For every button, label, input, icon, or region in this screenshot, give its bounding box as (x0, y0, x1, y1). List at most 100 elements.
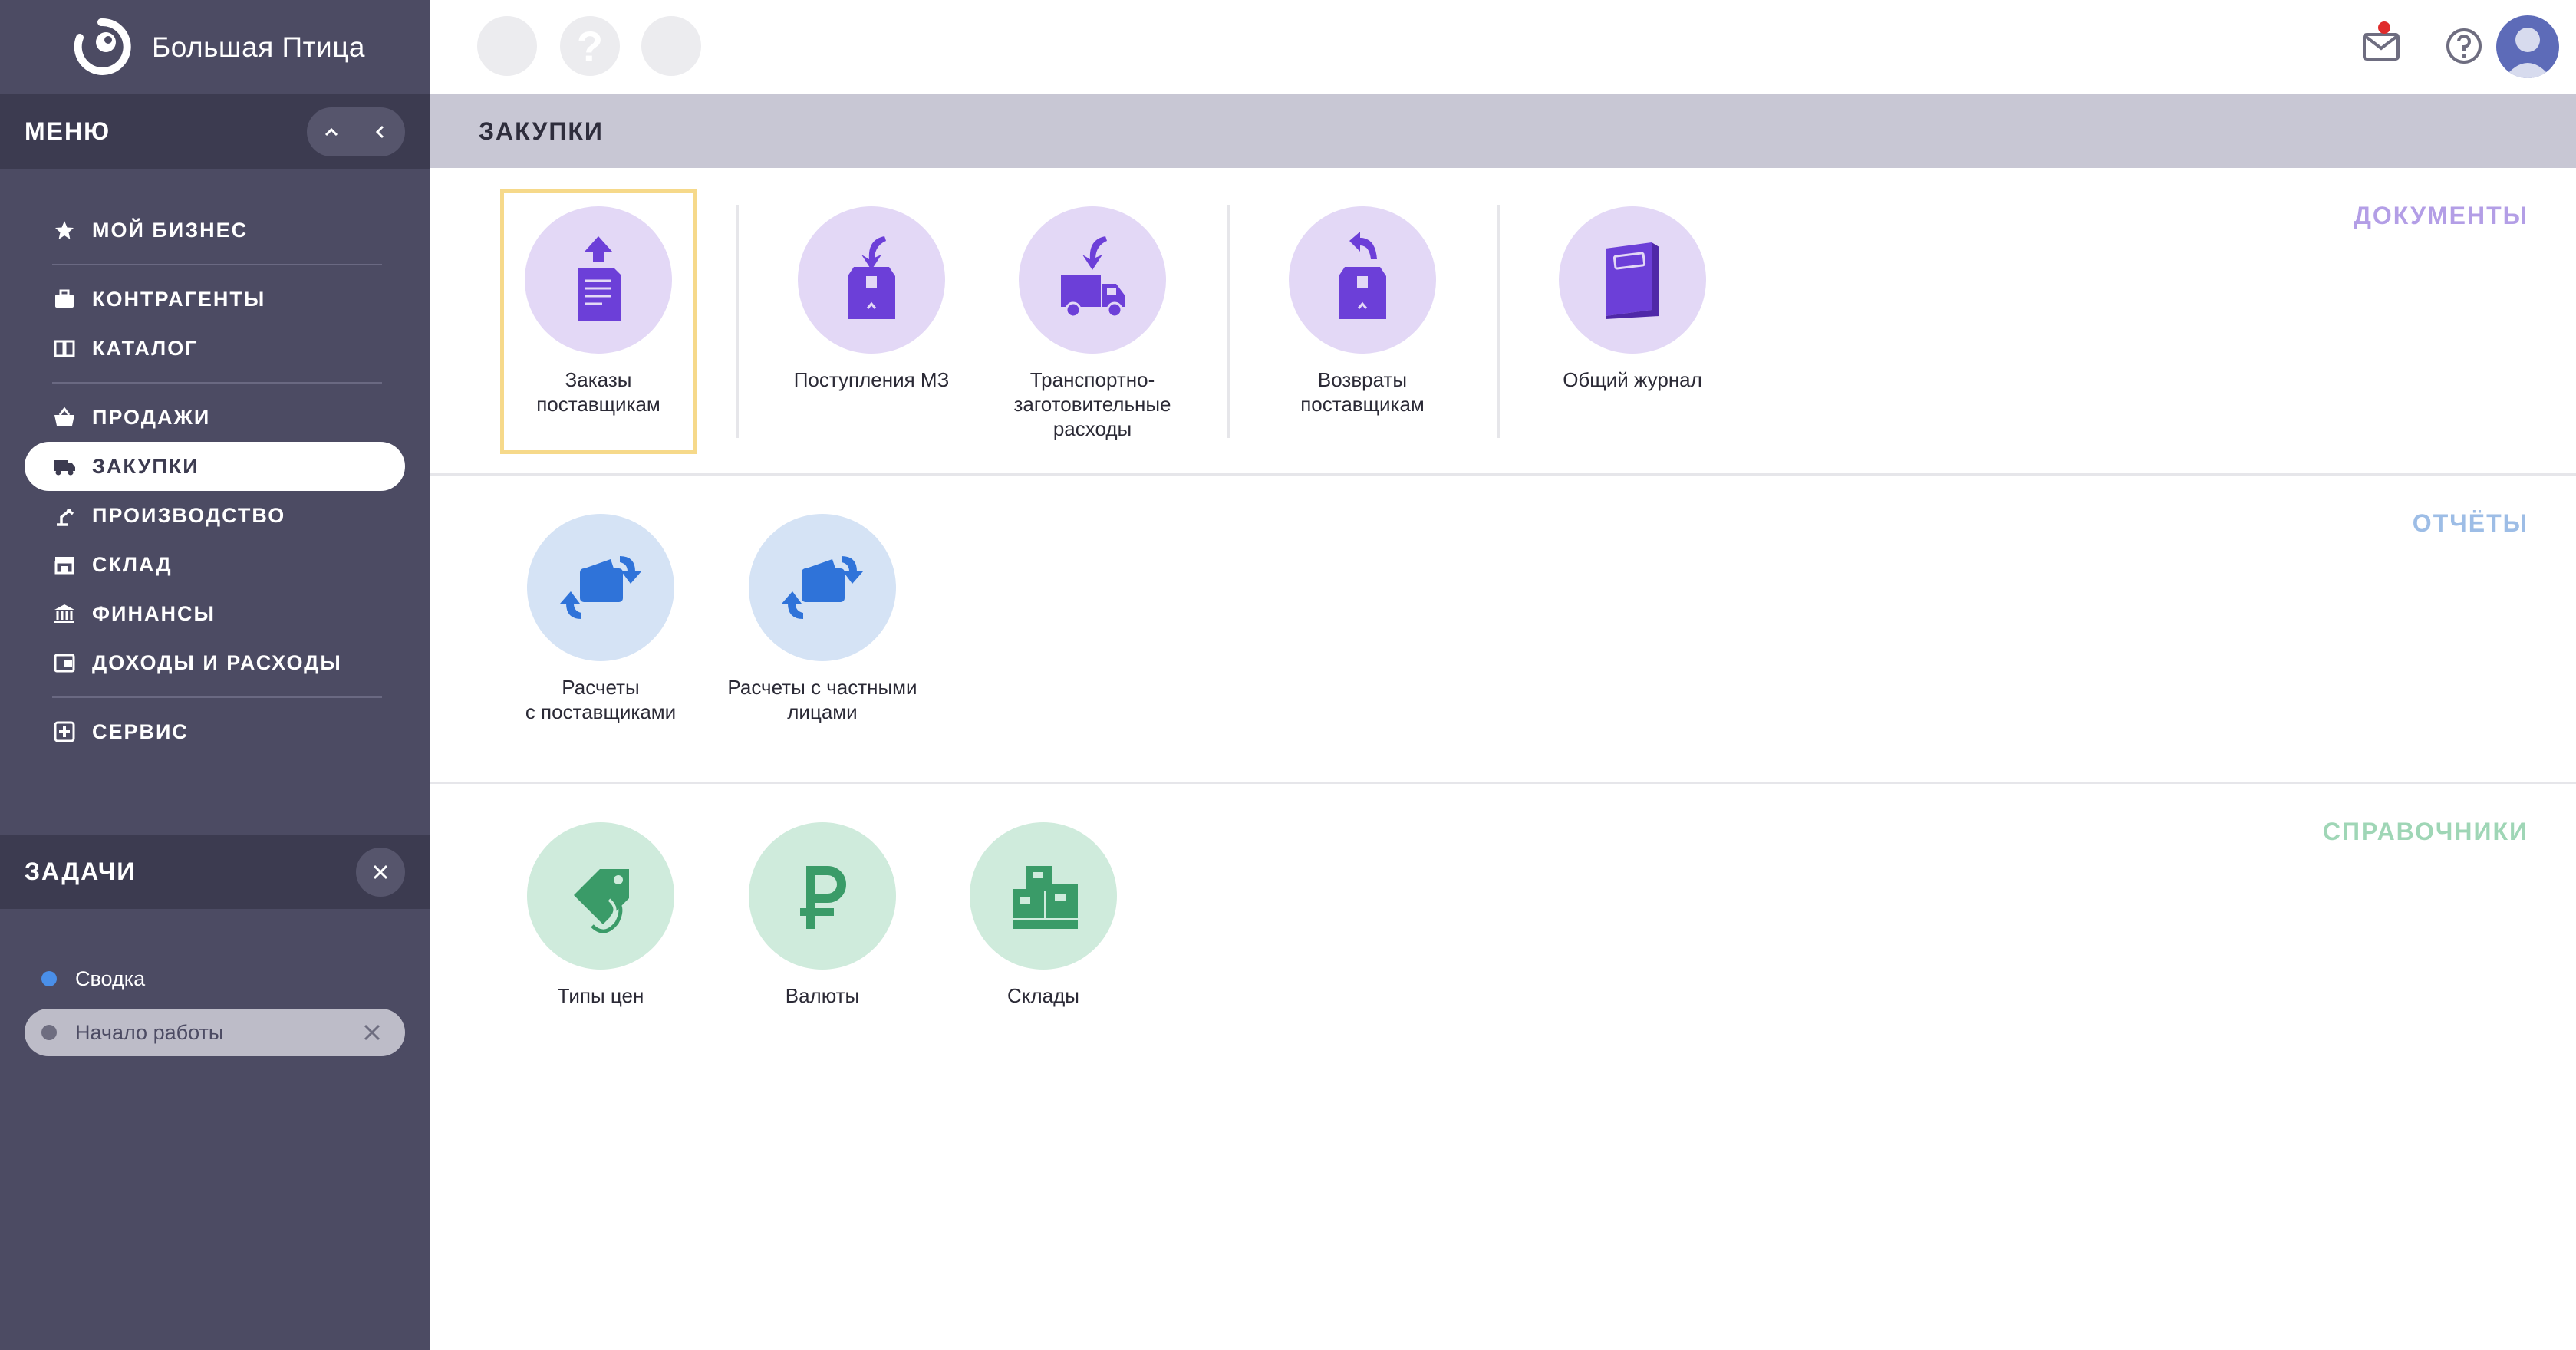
tasks-list: Сводка Начало работы (0, 955, 430, 1056)
service-icon (52, 719, 77, 744)
chevron-up-icon (324, 127, 338, 136)
menu-item-warehouse[interactable]: СКЛАД (25, 540, 405, 589)
user-icon (2504, 28, 2551, 78)
menu-item-production[interactable]: ПРОИЗВОДСТВО (25, 491, 405, 540)
tile-icon-circle (527, 514, 674, 661)
main-menu: МОЙ БИЗНЕС КОНТРАГЕНТЫ КАТАЛОГ ПРОДАЖИ З… (0, 169, 430, 756)
tasks-header-wrap: ЗАДАЧИ (0, 835, 430, 909)
section-title-references: СПРАВОЧНИКИ (2322, 818, 2528, 845)
tile-transport-costs[interactable]: Транспортно- заготовительные расходы (994, 206, 1191, 441)
tile-icon-circle (749, 514, 896, 661)
menu-divider (52, 696, 382, 698)
tile-icon-circle (970, 822, 1117, 970)
section-title-reports: ОТЧЁТЫ (2412, 509, 2528, 537)
menu-title: МЕНЮ (25, 117, 111, 145)
task-dot (41, 1025, 57, 1040)
tile-label: Возвраты поставщикам (1300, 368, 1425, 416)
order-doc-icon (578, 236, 621, 321)
briefcase-icon (52, 287, 77, 311)
journal-icon (1606, 242, 1659, 319)
page-header: ЗАКУПКИ (430, 94, 2576, 168)
tasks-header: ЗАДАЧИ (0, 835, 430, 909)
tile-supplier-returns[interactable]: Возвраты поставщикам (1264, 206, 1461, 417)
menu-header: МЕНЮ (0, 94, 430, 169)
task-label: Сводка (75, 966, 146, 990)
warehouse-icon (52, 552, 77, 577)
tile-label: Склады (1007, 984, 1079, 1007)
menu-controls (307, 107, 405, 156)
truck-icon (52, 454, 77, 479)
tile-price-types[interactable]: Типы цен (502, 822, 699, 1008)
documents-section: ДОКУМЕНТЫ Заказы поставщикам Поступления… (430, 168, 2576, 476)
tile-label: Типы цен (557, 984, 644, 1007)
tile-label: Поступления МЗ (793, 368, 950, 391)
wallet-icon (52, 650, 77, 675)
avatar[interactable] (2496, 15, 2559, 78)
task-dot (41, 971, 57, 986)
collapse-up-button[interactable] (307, 107, 356, 156)
tile-currencies[interactable]: Валюты (724, 822, 921, 1008)
menu-item-sales[interactable]: ПРОДАЖИ (25, 393, 405, 442)
tile-icon-circle (1559, 206, 1706, 354)
ruble-icon (800, 866, 846, 929)
menu-divider (52, 264, 382, 265)
menu-item-income-expenses[interactable]: ДОХОДЫ И РАСХОДЫ (25, 638, 405, 687)
tile-individual-settlements[interactable]: Расчеты с частными лицами (724, 514, 921, 724)
tile-icon-circle (798, 206, 945, 354)
tile-incoming-materials[interactable]: Поступления МЗ (773, 206, 970, 392)
tile-general-journal[interactable]: Общий журнал (1534, 206, 1731, 392)
logo[interactable]: Большая Птица (0, 0, 430, 94)
tasks-title: ЗАДАЧИ (25, 858, 137, 885)
tile-divider (1497, 205, 1500, 438)
settlement-wallet-icon (782, 556, 863, 619)
chevron-left-icon (375, 125, 384, 138)
tile-label: Валюты (785, 984, 860, 1007)
robot-arm-icon (52, 503, 77, 528)
toolbar-placeholder-button[interactable] (477, 16, 537, 76)
topbar: ? (430, 0, 2576, 94)
bank-icon (52, 601, 77, 626)
sidebar: Большая Птица МЕНЮ МОЙ БИЗНЕС КОНТРАГЕНТ… (0, 0, 430, 1350)
menu-item-my-business[interactable]: МОЙ БИЗНЕС (25, 206, 405, 255)
close-tasks-button[interactable] (356, 847, 405, 897)
menu-item-counterparties[interactable]: КОНТРАГЕНТЫ (25, 275, 405, 324)
references-section: СПРАВОЧНИКИ Типы цен Валюты Склады (430, 784, 2576, 1091)
tile-warehouses[interactable]: Склады (945, 822, 1141, 1008)
menu-item-finance[interactable]: ФИНАНСЫ (25, 589, 405, 638)
toolbar-placeholder-button[interactable] (641, 16, 701, 76)
help-placeholder-button[interactable]: ? (560, 16, 620, 76)
tile-icon-circle (1019, 206, 1166, 354)
collapse-sidebar-button[interactable] (356, 107, 405, 156)
tile-supplier-settlements[interactable]: Расчеты с поставщиками (502, 514, 699, 724)
tile-divider (1227, 205, 1230, 438)
warehouse-boxes-icon (1013, 866, 1078, 929)
tile-icon-circle (1289, 206, 1436, 354)
help-icon[interactable] (2439, 21, 2489, 71)
tile-label: Транспортно- заготовительные расходы (1013, 368, 1171, 440)
tile-label: Расчеты с поставщиками (525, 676, 677, 723)
incoming-box-icon (848, 236, 895, 319)
section-title-documents: ДОКУМЕНТЫ (2354, 202, 2528, 229)
settlement-wallet-icon (560, 556, 641, 619)
brand-name: Большая Птица (152, 31, 365, 63)
task-label: Начало работы (75, 1020, 224, 1044)
tile-icon-circle (527, 822, 674, 970)
menu-item-catalog[interactable]: КАТАЛОГ (25, 324, 405, 373)
basket-icon (52, 405, 77, 430)
tile-label: Общий журнал (1563, 368, 1702, 391)
tile-divider (736, 205, 739, 438)
book-icon (52, 336, 77, 361)
tile-label: Расчеты с частными лицами (727, 676, 917, 723)
star-icon (52, 218, 77, 242)
price-tag-icon (574, 869, 629, 933)
logo-bird-icon (74, 18, 131, 75)
menu-item-service[interactable]: СЕРВИС (25, 707, 405, 756)
close-icon (373, 864, 388, 879)
return-box-icon (1339, 232, 1386, 319)
incoming-truck-icon (1061, 236, 1125, 318)
close-task-icon[interactable] (362, 1022, 382, 1042)
task-item-getting-started[interactable]: Начало работы (25, 1009, 405, 1056)
task-item-summary[interactable]: Сводка (25, 955, 405, 1003)
menu-item-purchases[interactable]: ЗАКУПКИ (25, 442, 405, 491)
tile-supplier-orders[interactable]: Заказы поставщикам (500, 189, 697, 454)
